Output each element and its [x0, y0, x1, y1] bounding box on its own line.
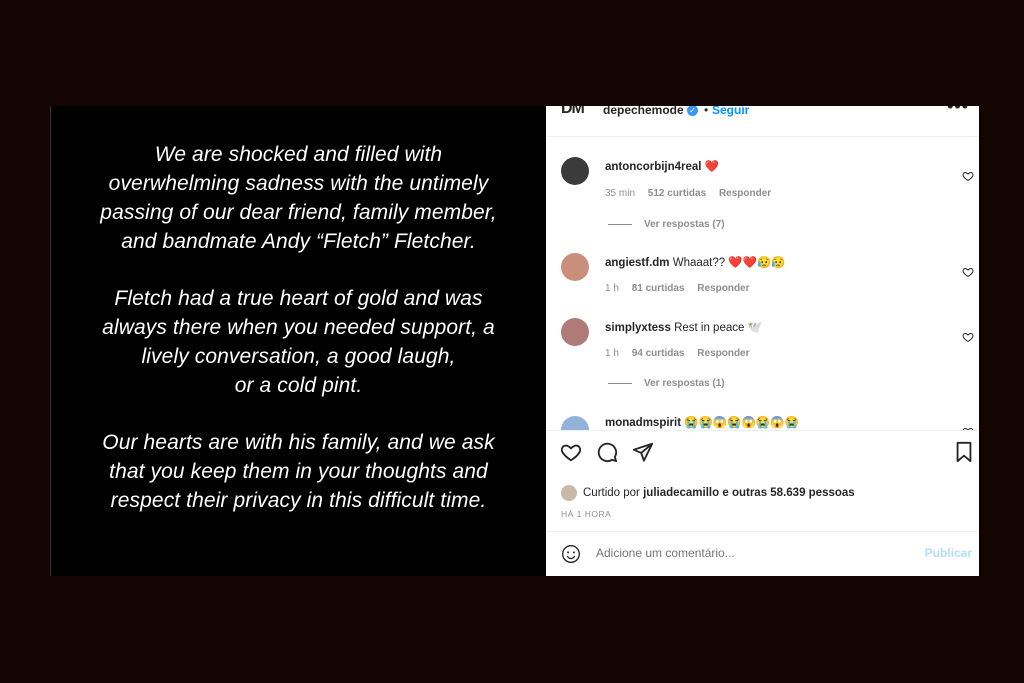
view-replies-button[interactable]: Ver respostas (7) [608, 219, 725, 230]
verified-badge-icon: ✓ [687, 106, 698, 116]
liker-avatar[interactable] [561, 485, 577, 501]
replies-line [608, 382, 632, 384]
comment-likes[interactable]: 81 curtidas [632, 283, 685, 294]
more-options-icon[interactable]: ••• [947, 106, 969, 117]
bookmark-icon[interactable] [953, 441, 975, 463]
follow-button[interactable]: Seguir [712, 106, 749, 117]
heart-icon[interactable] [560, 441, 582, 463]
liker-username[interactable]: juliadecamillo [643, 487, 719, 499]
heart-like-icon[interactable] [962, 331, 974, 343]
commenter-avatar[interactable] [561, 157, 589, 185]
comment-time: 1 h [605, 283, 619, 294]
post-time: HÁ 1 HORA [561, 509, 612, 519]
comment-username[interactable]: monadmspirit [605, 417, 681, 429]
publish-button[interactable]: Publicar [925, 546, 972, 560]
comments-list[interactable]: antoncorbijn4real ❤️ 35 min 512 curtidas… [546, 137, 979, 430]
post-side-panel: DM depechemode ✓ • Seguir ••• antoncorbi… [546, 106, 979, 576]
profile-avatar-logo[interactable]: DM [561, 106, 585, 118]
add-comment-row: Publicar [546, 531, 979, 576]
other-likers-link[interactable]: e outras 58.639 pessoas [722, 487, 854, 499]
heart-like-icon[interactable] [962, 266, 974, 278]
heart-like-icon[interactable] [962, 170, 974, 182]
post-paragraph-1: We are shocked and filled with overwhelm… [100, 143, 497, 253]
comment-username[interactable]: angiestf.dm [605, 257, 670, 269]
comment-likes[interactable]: 94 curtidas [632, 348, 685, 359]
comment-time: 35 min [605, 188, 636, 199]
comment-text: Rest in peace 🕊️ [674, 322, 762, 334]
post-image: We are shocked and filled with overwhelm… [50, 106, 546, 576]
reply-button[interactable]: Responder [697, 348, 749, 359]
comment-username[interactable]: simplyxtess [605, 322, 671, 334]
commenter-avatar[interactable] [561, 416, 589, 430]
comment-input[interactable] [596, 546, 876, 560]
emoji-icon[interactable] [561, 544, 581, 564]
reply-button[interactable]: Responder [697, 283, 749, 294]
view-replies-button[interactable]: Ver respostas (1) [608, 378, 725, 389]
comment-likes[interactable]: 512 curtidas [648, 188, 706, 199]
post-header: DM depechemode ✓ • Seguir ••• [546, 106, 979, 137]
commenter-avatar[interactable] [561, 253, 589, 281]
share-icon[interactable] [632, 441, 654, 463]
username-link[interactable]: depechemode [603, 106, 684, 117]
reply-button[interactable]: Responder [719, 188, 771, 199]
post-paragraph-3: Our hearts are with his family, and we a… [102, 431, 495, 512]
comment-username[interactable]: antoncorbijn4real [605, 161, 702, 173]
commenter-avatar[interactable] [561, 318, 589, 346]
post-paragraph-2: Fletch had a true heart of gold and was … [102, 287, 495, 397]
replies-line [608, 223, 632, 225]
comment-text: Whaaat?? ❤️❤️😥😥 [672, 257, 786, 269]
comment-icon[interactable] [596, 441, 618, 463]
comment-text: ❤️ [704, 161, 720, 173]
separator-dot: • [704, 106, 709, 117]
comment-time: 1 h [605, 348, 619, 359]
comment-text: 😭😭😱😭😱😭😱😭 [684, 417, 799, 429]
liked-by-text: Curtido por juliadecamillo e outras 58.6… [561, 485, 855, 501]
